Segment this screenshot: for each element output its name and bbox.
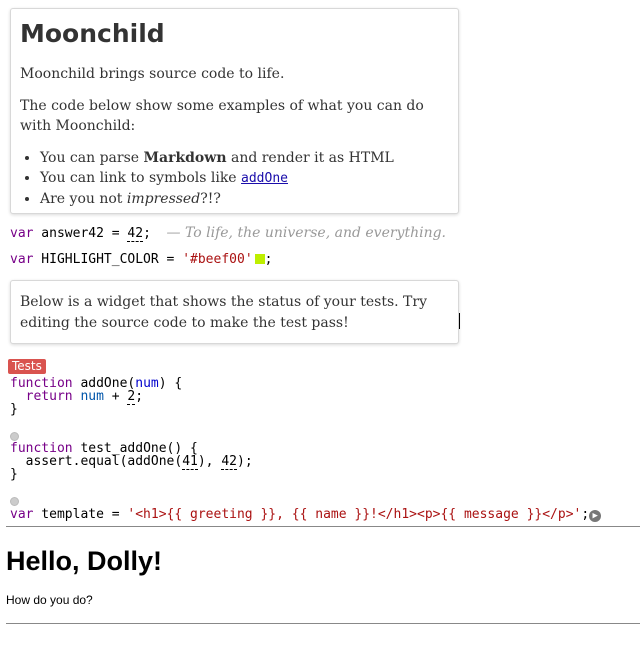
gutter-dot-icon[interactable] [10, 497, 19, 506]
list-item-bold: Markdown [143, 150, 227, 166]
play-circle-icon[interactable]: ▶ [589, 510, 602, 522]
widget-description: Below is a widget that shows the status … [20, 294, 427, 331]
intro-card: Moonchild Moonchild brings source code t… [10, 8, 459, 214]
list-item-text: ?!? [200, 191, 221, 207]
output-divider-top [6, 526, 640, 527]
assert-call: assert.equal(addOne( [25, 454, 183, 469]
intro-list: You can parse Markdown and render it as … [20, 148, 449, 209]
output-message: How do you do? [6, 593, 93, 607]
string-value: '#beef00' [182, 252, 253, 267]
parameter: num [135, 376, 159, 391]
semicolon: ; [143, 226, 151, 241]
color-swatch-icon[interactable] [254, 254, 265, 264]
code-line-template[interactable]: var template = '<h1>{{ greeting }}, {{ n… [10, 507, 602, 522]
number-value[interactable]: 41 [182, 454, 198, 470]
list-item-italic: impressed [126, 191, 201, 207]
code-line-highlight-color[interactable]: var HIGHLIGHT_COLOR = '#beef00'; [10, 253, 272, 266]
list-item: Are you not impressed?!? [40, 189, 449, 209]
text-cursor [459, 313, 460, 329]
semicolon: ; [264, 252, 273, 267]
code-annotation: — To life, the universe, and everything. [166, 225, 446, 241]
keyword: return [25, 389, 73, 404]
number-value[interactable]: 2 [127, 389, 136, 405]
keyword: var [10, 252, 34, 267]
list-item-text: You can link to symbols like [40, 170, 242, 186]
string-value: '<h1>{{ greeting }}, {{ name }}!</h1><p>… [127, 507, 582, 522]
list-item-text: Are you not [40, 191, 127, 207]
output-title: Hello, Dolly! [6, 546, 163, 576]
list-item: You can parse Markdown and render it as … [40, 148, 449, 168]
variable-name: answer42 = [33, 226, 128, 241]
keyword: var [10, 226, 34, 241]
keyword: var [10, 507, 34, 522]
semicolon: ; [581, 507, 590, 522]
list-item-text: and render it as HTML [226, 150, 394, 166]
gutter-dot-icon[interactable] [10, 432, 19, 441]
number-value[interactable]: 42 [127, 226, 144, 242]
variable-name: HIGHLIGHT_COLOR = [33, 252, 183, 267]
code-block-addone[interactable]: function addOne(num) { return num + 2; } [10, 377, 182, 416]
list-item: You can link to symbols like addOne [40, 168, 449, 189]
intro-paragraph-2: The code below show some examples of wha… [20, 98, 424, 134]
list-item-text: You can parse [40, 150, 144, 166]
widget-description-card: Below is a widget that shows the status … [10, 280, 459, 344]
code-block-test-addone[interactable]: function test_addOne() { assert.equal(ad… [10, 442, 253, 481]
tests-status-badge[interactable]: Tests [8, 359, 46, 374]
symbol-link-addone[interactable]: addOne [241, 171, 288, 186]
intro-paragraph-1: Moonchild brings source code to life. [20, 66, 285, 82]
code-line-answer42[interactable]: var answer42 = 42; — To life, the univer… [10, 225, 446, 242]
variable-name: template = [33, 507, 128, 522]
output-divider-bottom [6, 623, 640, 624]
page-title: Moonchild [20, 19, 165, 48]
number-value[interactable]: 42 [221, 454, 237, 470]
parameter-ref: num [80, 389, 104, 404]
